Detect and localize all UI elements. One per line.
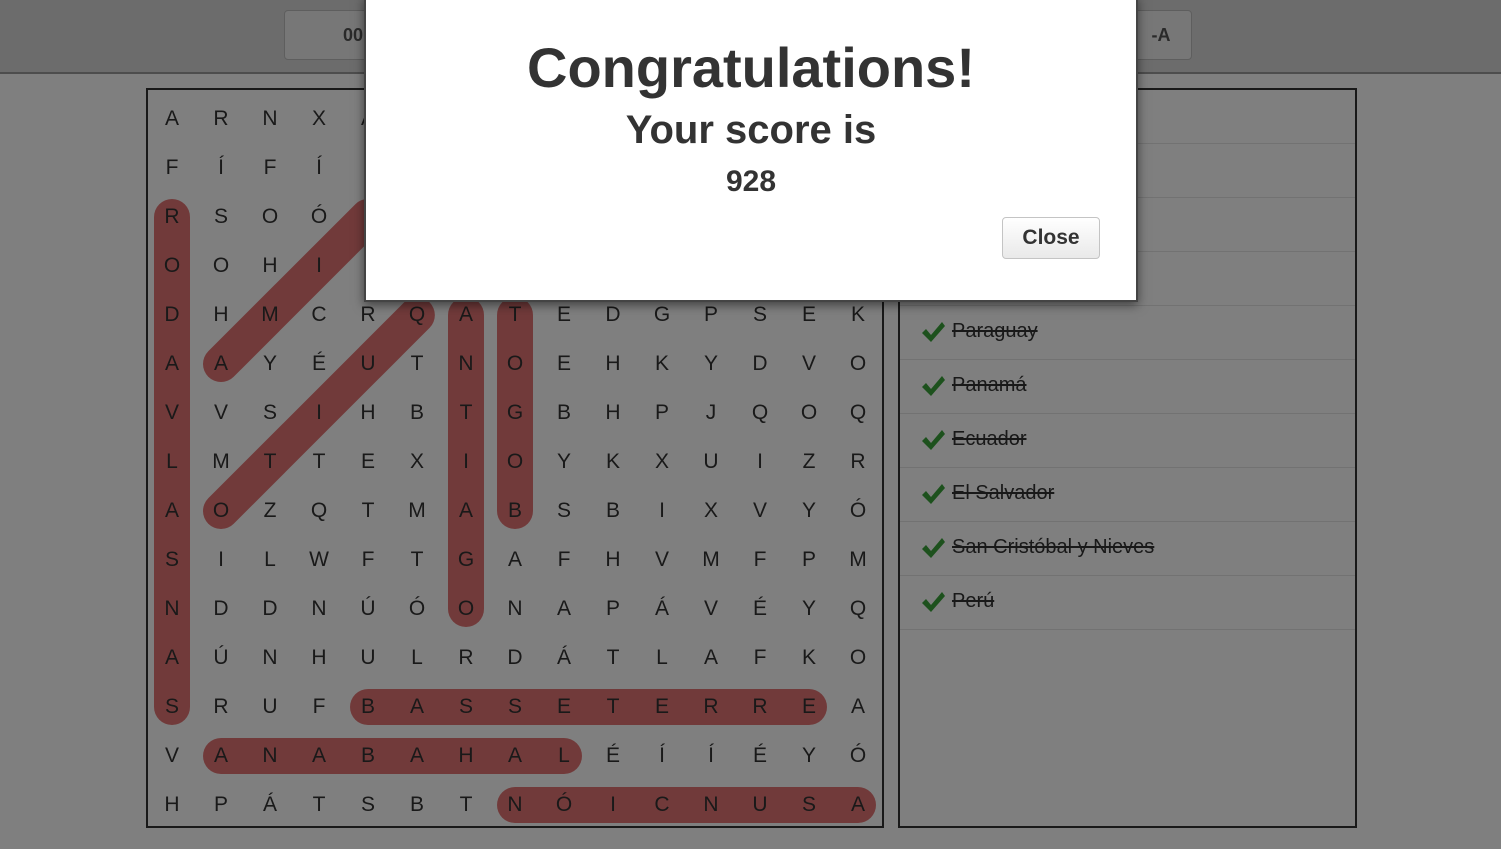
dialog-title: Congratulations! [527, 36, 975, 99]
score-dialog: Congratulations! Your score is 928 Close [364, 0, 1138, 302]
score-value: 928 [725, 165, 777, 198]
close-button[interactable]: Close [1002, 217, 1100, 259]
score-label: Your score is [625, 108, 877, 152]
